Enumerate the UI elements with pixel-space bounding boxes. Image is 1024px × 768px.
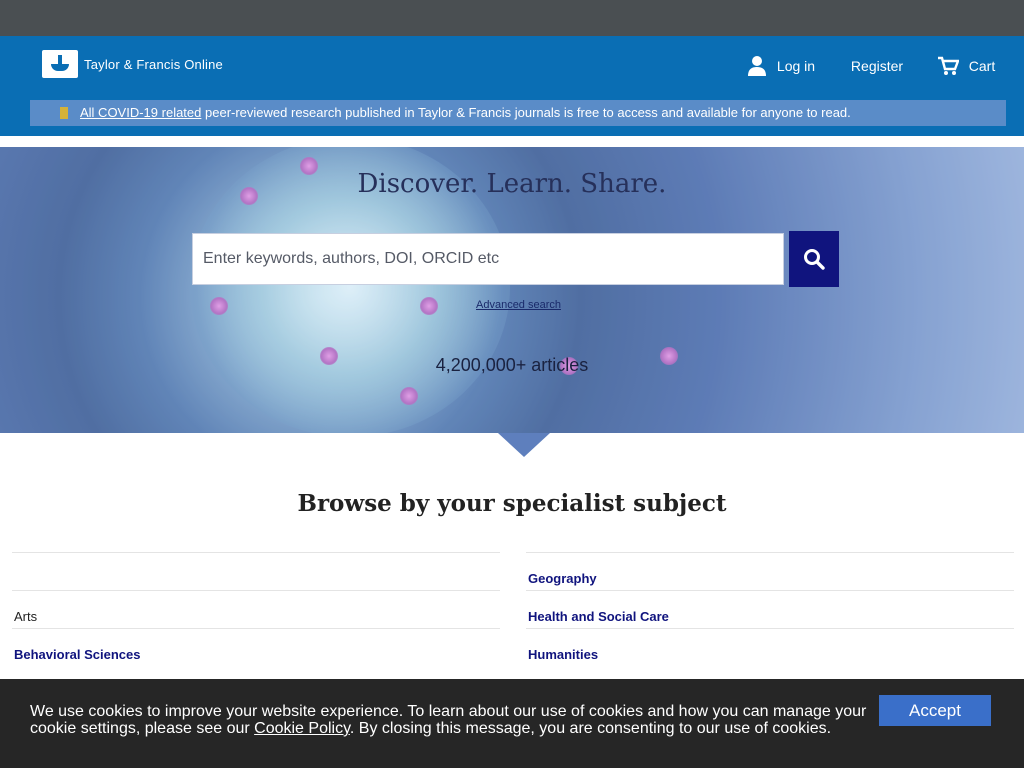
cart-button[interactable]: Cart — [926, 40, 1006, 92]
subject-label[interactable]: Behavioral Sciences — [14, 647, 140, 662]
subject-row[interactable]: Arts — [12, 590, 500, 628]
covid-banner-text: All COVID-19 related peer-reviewed resea… — [80, 105, 851, 120]
subject-row[interactable]: Behavioral Sciences — [12, 628, 500, 666]
tf-logo-icon — [42, 50, 78, 78]
site-logo[interactable]: Taylor & Francis Online — [42, 50, 223, 78]
cookie-text-after: . By closing this message, you are conse… — [349, 720, 832, 737]
top-strip — [0, 0, 1024, 36]
subject-label[interactable]: Health and Social Care — [528, 609, 669, 624]
browse-heading: Browse by your specialist subject — [297, 490, 727, 517]
subject-label[interactable]: Humanities — [528, 647, 598, 662]
login-button[interactable]: Log in — [738, 40, 824, 92]
accept-cookies-button[interactable]: Accept — [879, 695, 991, 726]
covid-banner-rest: peer-reviewed research published in Tayl… — [201, 105, 851, 120]
hero-title: Discover. Learn. Share. — [357, 169, 667, 199]
cookie-banner: We use cookies to improve your website e… — [0, 679, 1024, 768]
subject-row[interactable]: Geography — [526, 552, 1014, 590]
search-input[interactable] — [203, 246, 773, 272]
cookie-policy-link[interactable]: Cookie Policy — [254, 720, 350, 737]
subject-label[interactable]: Geography — [528, 571, 597, 586]
subjects-list-left: Arts Behavioral Sciences — [12, 552, 500, 666]
covid-link[interactable]: All COVID-19 related — [80, 105, 201, 120]
hero-notch — [498, 433, 550, 457]
search-icon — [804, 249, 825, 270]
subjects-list-right: Geography Health and Social Care Humanit… — [526, 552, 1014, 666]
register-label: Register — [850, 58, 904, 74]
user-icon — [747, 56, 766, 76]
hero-section: Discover. Learn. Share. Advanced search … — [0, 147, 1024, 433]
search-field[interactable] — [192, 233, 784, 285]
subject-row[interactable]: Humanities — [526, 628, 1014, 666]
advanced-search-link[interactable]: Advanced search — [476, 299, 561, 311]
covid-banner: All COVID-19 related peer-reviewed resea… — [30, 100, 1006, 126]
search-button[interactable] — [789, 231, 839, 287]
subject-row[interactable] — [12, 552, 500, 590]
subject-label[interactable]: Arts — [14, 609, 37, 624]
logo-text: Taylor & Francis Online — [84, 56, 223, 72]
cart-label: Cart — [968, 58, 996, 74]
subject-row[interactable]: Health and Social Care — [526, 590, 1014, 628]
login-label: Log in — [776, 58, 816, 74]
cookie-text: We use cookies to improve your website e… — [30, 703, 870, 737]
cart-icon — [937, 56, 959, 75]
register-button[interactable]: Register — [833, 40, 921, 92]
article-count: 4,200,000+ articles — [435, 355, 589, 375]
info-marker-icon — [60, 107, 68, 119]
